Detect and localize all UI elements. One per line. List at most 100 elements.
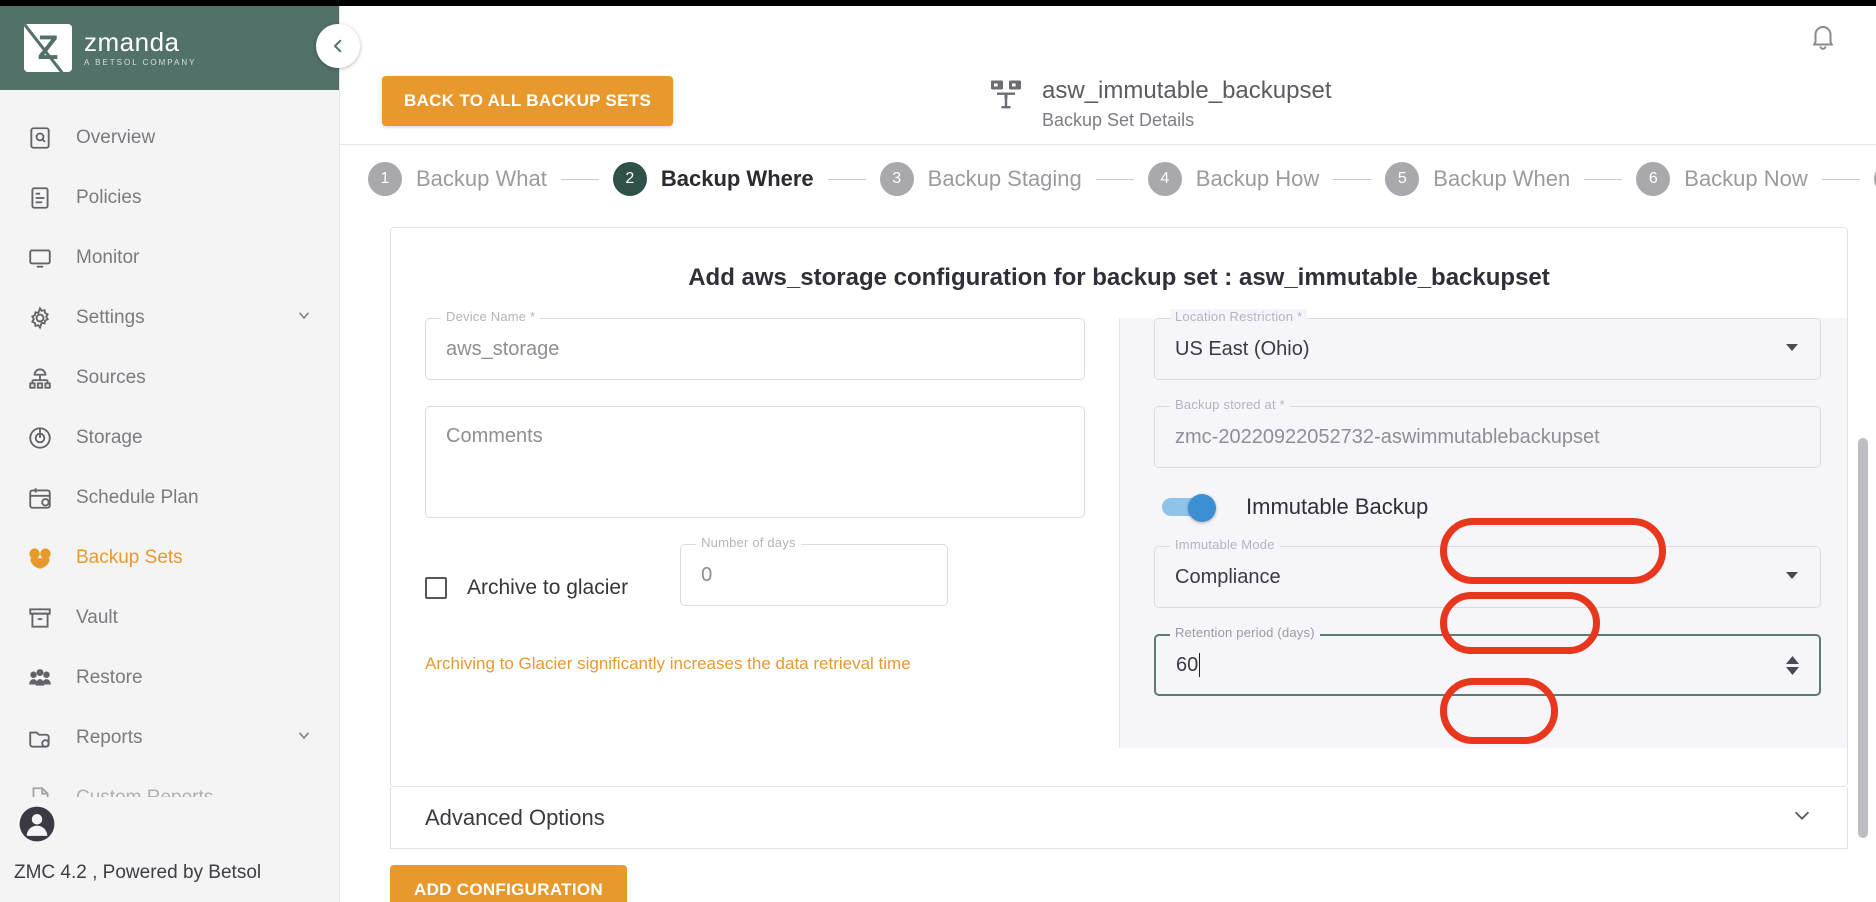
step-number: 4 xyxy=(1147,162,1182,196)
device-name-field[interactable]: Device Name * aws_storage xyxy=(425,309,1085,380)
chevron-down-icon[interactable] xyxy=(1791,804,1813,832)
brand-text: zmanda A BETSOL COMPANY xyxy=(84,29,196,67)
avatar[interactable] xyxy=(0,797,339,858)
sidebar-item-settings[interactable]: Settings xyxy=(0,288,339,348)
immutable-mode-value: Compliance xyxy=(1175,565,1281,588)
step-label: Backup Now xyxy=(1684,166,1808,191)
sidebar-item-vault[interactable]: Vault xyxy=(0,588,339,648)
step-separator xyxy=(827,178,866,180)
main-content: BACK TO ALL BACKUP SETS asw_immutable_ba… xyxy=(340,6,1876,902)
step-backup-now[interactable]: 6 Backup Now xyxy=(1636,162,1808,196)
brand-logo[interactable]: Z zmanda A BETSOL COMPANY xyxy=(0,6,339,90)
step-number: 6 xyxy=(1636,162,1671,196)
restore-icon xyxy=(26,664,54,692)
sidebar-item-label: Overview xyxy=(76,127,156,148)
backup-set-info: asw_immutable_backupset Backup Set Detai… xyxy=(988,76,1332,131)
backup-stored-at-input[interactable]: zmc-20220922052732-aswimmutablebackupset xyxy=(1154,406,1821,468)
location-restriction-label: Location Restriction * xyxy=(1170,309,1308,324)
immutable-backup-toggle[interactable] xyxy=(1162,494,1220,522)
step-backup-what[interactable]: 1 Backup What xyxy=(368,162,547,196)
retention-period-field[interactable]: Retention period (days) 60 xyxy=(1154,625,1821,696)
sidebar-item-reports[interactable]: Reports xyxy=(0,708,339,768)
device-name-label: Device Name * xyxy=(441,309,541,324)
step-separator xyxy=(1821,178,1860,180)
step-label: Backup What xyxy=(416,166,547,191)
immutable-backup-label: Immutable Backup xyxy=(1246,494,1429,519)
sidebar-item-monitor[interactable]: Monitor xyxy=(0,228,339,288)
step-number: 3 xyxy=(879,162,914,196)
archive-to-glacier-row: Archive to glacier Number of days 0 xyxy=(425,535,1085,632)
sidebar-item-label: Vault xyxy=(76,607,118,628)
device-name-input[interactable]: aws_storage xyxy=(425,318,1085,380)
backup-stored-at-label: Backup stored at * xyxy=(1170,397,1290,412)
location-restriction-select[interactable]: US East (Ohio) xyxy=(1154,318,1821,380)
step-number: 2 xyxy=(612,162,647,196)
sidebar-item-schedule-plan[interactable]: Schedule Plan xyxy=(0,468,339,528)
brand-name: zmanda xyxy=(84,27,180,57)
sidebar: Z zmanda A BETSOL COMPANY Overview Polic… xyxy=(0,6,340,902)
gear-icon xyxy=(26,304,54,332)
backup-set-title: asw_immutable_backupset xyxy=(1042,77,1332,104)
sidebar-item-storage[interactable]: Storage xyxy=(0,408,339,468)
sidebar-item-policies[interactable]: Policies xyxy=(0,168,339,228)
step-label: Backup How xyxy=(1195,166,1320,191)
sidebar-item-label: Backup Sets xyxy=(76,547,183,568)
advanced-options-panel[interactable]: Advanced Options xyxy=(390,787,1848,849)
step-backup-staging[interactable]: 3 Backup Staging xyxy=(879,162,1082,196)
add-configuration-button[interactable]: ADD CONFIGURATION xyxy=(390,865,627,902)
step-backup-where[interactable]: 2 Backup Where xyxy=(612,162,814,196)
app-root: Z zmanda A BETSOL COMPANY Overview Polic… xyxy=(0,0,1876,902)
overview-icon xyxy=(26,124,54,152)
sidebar-item-label: Storage xyxy=(76,427,143,448)
calendar-icon xyxy=(26,484,54,512)
number-of-days-input[interactable]: 0 xyxy=(680,544,949,606)
sidebar-item-label: Restore xyxy=(76,667,143,688)
sidebar-item-label: Sources xyxy=(76,367,146,388)
step-separator xyxy=(1584,178,1623,180)
number-of-days-value: 0 xyxy=(701,563,713,586)
vertical-scrollbar[interactable] xyxy=(1858,438,1868,838)
sidebar-fade-mask xyxy=(0,762,339,784)
form-columns: Device Name * aws_storage Comments Archi… xyxy=(391,309,1847,748)
sidebar-item-restore[interactable]: Restore xyxy=(0,648,339,708)
backup-stored-at-value: zmc-20220922052732-aswimmutablebackupset xyxy=(1175,425,1600,448)
number-stepper[interactable] xyxy=(1786,655,1799,675)
card-title: Add aws_storage configuration for backup… xyxy=(688,264,1550,291)
page-header: BACK TO ALL BACKUP SETS asw_immutable_ba… xyxy=(340,58,1876,144)
sidebar-item-backup-sets[interactable]: Backup Sets xyxy=(0,528,339,588)
notifications-bell-icon[interactable] xyxy=(1808,22,1838,57)
toggle-knob xyxy=(1188,494,1216,522)
wizard-stepper: 1 Backup What 2 Backup Where 3 Backup St… xyxy=(340,145,1876,213)
sidebar-collapse-button[interactable] xyxy=(316,24,360,68)
sidebar-item-label: Reports xyxy=(76,727,143,748)
number-of-days-field[interactable]: Number of days 0 xyxy=(680,535,949,606)
step-backup-when[interactable]: 5 Backup When xyxy=(1385,162,1570,196)
sidebar-bottom: ZMC 4.2 , Powered by Betsol xyxy=(0,797,339,902)
text-cursor xyxy=(1199,653,1201,677)
immutable-mode-select[interactable]: Compliance xyxy=(1154,546,1821,608)
comments-placeholder: Comments xyxy=(446,425,543,447)
step-number: 5 xyxy=(1385,162,1420,196)
chevron-down-icon[interactable] xyxy=(295,726,313,750)
step-backup-how[interactable]: 4 Backup How xyxy=(1147,162,1320,196)
chevron-down-icon[interactable] xyxy=(1784,566,1800,589)
comments-field[interactable]: Comments xyxy=(425,406,1085,518)
step-separator xyxy=(1095,178,1134,180)
location-restriction-field[interactable]: Location Restriction * US East (Ohio) xyxy=(1154,309,1821,380)
step-label: Backup When xyxy=(1433,166,1571,191)
back-to-all-backup-sets-button[interactable]: BACK TO ALL BACKUP SETS xyxy=(382,76,674,126)
reports-icon xyxy=(26,724,54,752)
chevron-down-icon[interactable] xyxy=(1784,338,1800,361)
chevron-down-icon[interactable] xyxy=(295,306,313,330)
backup-stored-at-field[interactable]: Backup stored at * zmc-20220922052732-as… xyxy=(1154,397,1821,468)
archive-to-glacier-checkbox[interactable] xyxy=(425,577,447,599)
immutable-mode-label: Immutable Mode xyxy=(1170,537,1280,552)
immutable-mode-field[interactable]: Immutable Mode Compliance xyxy=(1154,537,1821,608)
comments-textarea[interactable]: Comments xyxy=(425,406,1085,518)
step-label: Backup Where xyxy=(660,166,814,191)
retention-period-input[interactable]: 60 xyxy=(1154,634,1821,696)
sidebar-item-sources[interactable]: Sources xyxy=(0,348,339,408)
location-restriction-value: US East (Ohio) xyxy=(1175,337,1310,360)
sidebar-item-label: Settings xyxy=(76,307,145,328)
sidebar-item-overview[interactable]: Overview xyxy=(0,108,339,168)
